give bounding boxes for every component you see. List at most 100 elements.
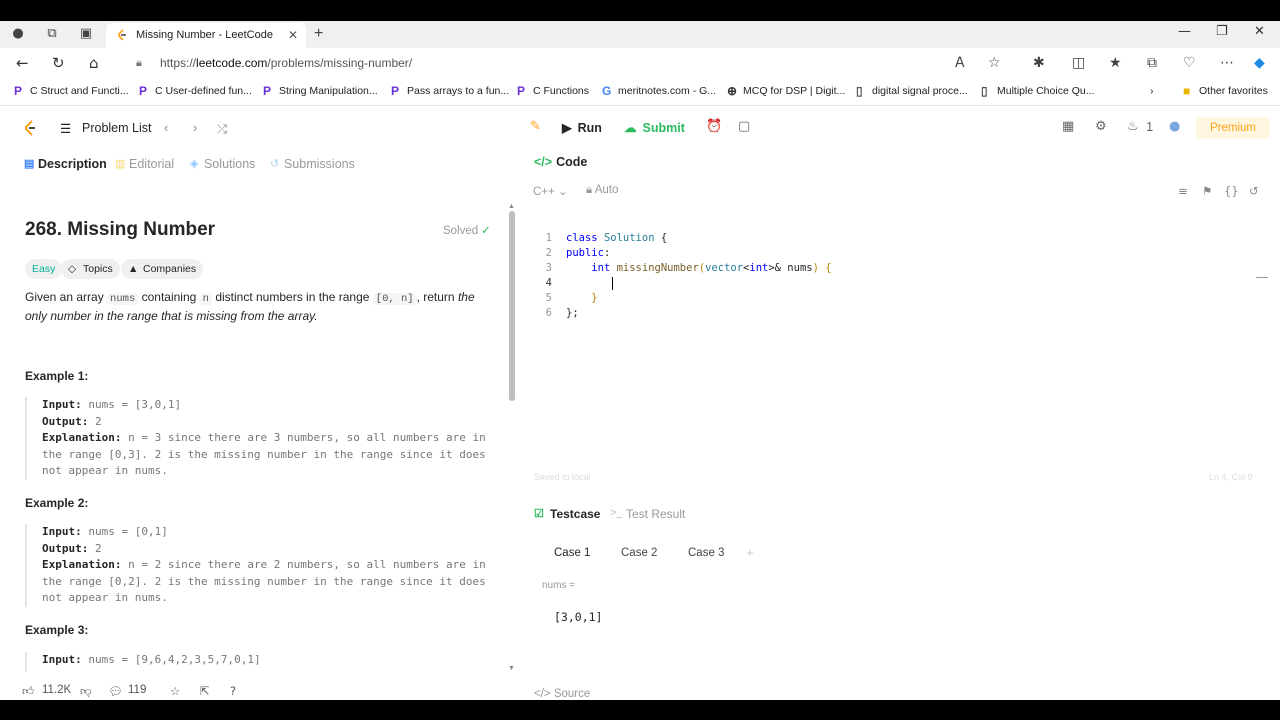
topics-chip[interactable]: ◇ Topics	[61, 259, 120, 279]
like-icon[interactable]: 👍︎	[22, 684, 34, 699]
share-icon[interactable]: ⇱	[200, 684, 210, 698]
bookmark-icon[interactable]: ⚑	[1202, 184, 1212, 198]
code-editor[interactable]: 1 class Solution { 2 public: 3 int missing…	[520, 231, 1280, 321]
favorite-star-icon[interactable]: ☆	[988, 55, 1001, 71]
reset-icon[interactable]: ↺	[1249, 184, 1259, 198]
back-icon[interactable]: ←	[16, 54, 29, 72]
streak-fire-icon[interactable]: ♨	[1127, 119, 1139, 134]
avatar[interactable]: ●	[1169, 119, 1180, 134]
auto-mode-toggle[interactable]: 🔒︎ Auto	[586, 184, 618, 197]
companies-chip[interactable]: ▲ Companies	[121, 259, 204, 279]
minimize-icon[interactable]: —	[1178, 24, 1191, 39]
cloud-upload-icon: ☁	[624, 121, 637, 135]
tab-solutions[interactable]: ◈ Solutions	[190, 157, 255, 171]
tab-actions-icon[interactable]: ▣	[78, 26, 94, 42]
document-icon: ▯	[981, 84, 988, 98]
scroll-down-icon[interactable]: ▼	[508, 665, 515, 672]
bookmark-item[interactable]: ▯ digital signal proce...	[856, 84, 968, 98]
bookmark-item[interactable]: PC Functions	[517, 84, 589, 98]
prev-problem-icon[interactable]: ‹	[164, 121, 168, 135]
settings-gear-icon[interactable]: ⚙	[1095, 119, 1107, 134]
close-tab-icon[interactable]: ✕	[288, 23, 298, 48]
url-field[interactable]: 🔒︎ https://leetcode.com/problems/missing…	[126, 51, 976, 75]
layout-icon[interactable]: ▦	[1062, 119, 1074, 134]
nums-input[interactable]: [3,0,1]	[542, 604, 1254, 630]
shuffle-icon[interactable]: ⤮	[217, 121, 227, 137]
timer-icon[interactable]: ⏰	[706, 119, 722, 134]
collections-icon[interactable]: ⧉	[1147, 55, 1157, 71]
problem-statement: Given an array nums containing n distinc…	[25, 290, 475, 323]
panel-resize-handle[interactable]	[1256, 277, 1268, 278]
copilot-icon[interactable]: ◆	[1254, 55, 1265, 71]
solutions-icon: ◈	[190, 158, 199, 170]
folder-icon: ■	[1183, 84, 1191, 98]
editorial-icon: ▥	[115, 158, 126, 170]
scroll-up-icon[interactable]: ▲	[508, 203, 515, 210]
bookmark-item[interactable]: ⊕ MCQ for DSP | Digit...	[727, 84, 845, 98]
tab-bar: ● ⧉ ▣ Missing Number - LeetCode ✕ + — ❐ …	[0, 21, 1280, 48]
favorites-icon[interactable]: ★	[1109, 55, 1122, 71]
braces-icon[interactable]: {}	[1224, 184, 1239, 198]
bookmark-item[interactable]: ▯ Multiple Choice Qu...	[981, 84, 1094, 98]
new-tab-icon[interactable]: +	[314, 25, 323, 43]
bookmark-item[interactable]: Gmeritnotes.com - G...	[602, 84, 716, 98]
close-window-icon[interactable]: ✕	[1254, 24, 1265, 39]
comment-icon[interactable]: 💬︎	[108, 684, 123, 698]
refresh-icon[interactable]: ↻	[52, 54, 65, 72]
case-1-tab[interactable]: Case 1	[554, 547, 590, 559]
language-select[interactable]: C++ ⌄	[533, 184, 568, 198]
problem-list-button[interactable]: Problem List	[82, 121, 151, 135]
bookmark-item[interactable]: PC Struct and Functi...	[14, 84, 129, 98]
notes-icon[interactable]: ▢	[738, 119, 750, 134]
case-3-tab[interactable]: Case 3	[688, 547, 724, 559]
submit-button[interactable]: ☁ Submit	[624, 120, 685, 135]
bookmark-item[interactable]: P Pass arrays to a fun...	[391, 84, 509, 98]
tab-testcase[interactable]: ☑ Testcase	[534, 507, 600, 521]
dislike-icon[interactable]: 👎︎	[80, 684, 92, 699]
code-line: 1 class Solution {	[545, 232, 668, 244]
debug-icon[interactable]: ✎	[530, 119, 541, 134]
restore-icon[interactable]: ❐	[1216, 24, 1228, 39]
bookmarks-overflow-icon[interactable]: ›	[1150, 85, 1154, 97]
bookmark-item[interactable]: PC User-defined fun...	[139, 84, 252, 98]
play-icon: ▶	[562, 121, 572, 135]
description-icon: ▤	[24, 158, 35, 170]
code-line: 6};	[545, 307, 579, 319]
programiz-icon: P	[14, 84, 23, 98]
premium-button[interactable]: Premium	[1196, 117, 1270, 139]
browser-tab-active[interactable]: Missing Number - LeetCode ✕	[106, 23, 306, 48]
tab-submissions[interactable]: ↺ Submissions	[270, 157, 355, 171]
code-panel-title: </> Code	[534, 155, 588, 169]
read-aloud-icon[interactable]: A	[955, 55, 965, 71]
add-case-icon[interactable]: +	[746, 545, 754, 560]
letterbox-bottom	[0, 700, 1280, 720]
help-icon[interactable]: ?	[230, 684, 236, 698]
example-heading: Example 3:	[25, 623, 89, 637]
other-favorites[interactable]: ■ Other favorites	[1183, 84, 1268, 98]
code-line: 2 public:	[545, 247, 611, 259]
problem-list-icon[interactable]: ☰	[60, 121, 71, 136]
profile-icon[interactable]: ●	[10, 26, 26, 42]
extensions-icon[interactable]: ✱	[1033, 55, 1045, 71]
case-2-tab[interactable]: Case 2	[621, 547, 657, 559]
bookmark-item[interactable]: P String Manipulation...	[263, 84, 378, 98]
split-screen-icon[interactable]: ◫	[1072, 55, 1085, 71]
format-icon[interactable]: ≡	[1178, 184, 1188, 198]
star-icon[interactable]: ☆	[170, 684, 180, 698]
home-icon[interactable]: ⌂	[89, 54, 99, 72]
source-link[interactable]: </> Source	[534, 688, 590, 700]
run-button[interactable]: ▶ Run	[562, 120, 602, 135]
scrollbar-thumb[interactable]	[509, 211, 515, 401]
lock-icon: 🔒︎	[136, 57, 142, 69]
tab-description[interactable]: ▤ Description	[24, 157, 107, 171]
url-prefix: https://	[160, 56, 197, 70]
next-problem-icon[interactable]: ›	[193, 121, 197, 135]
tab-editorial[interactable]: ▥ Editorial	[115, 157, 174, 171]
browser-essentials-icon[interactable]: ♡	[1183, 55, 1196, 71]
workspaces-icon[interactable]: ⧉	[44, 26, 60, 42]
example-heading: Example 1:	[25, 369, 89, 383]
tab-test-result[interactable]: >_ Test Result	[610, 507, 685, 521]
code-brackets-icon: </>	[534, 155, 553, 169]
more-menu-icon[interactable]: ⋯	[1220, 55, 1234, 71]
leetcode-logo-icon[interactable]	[22, 119, 38, 137]
